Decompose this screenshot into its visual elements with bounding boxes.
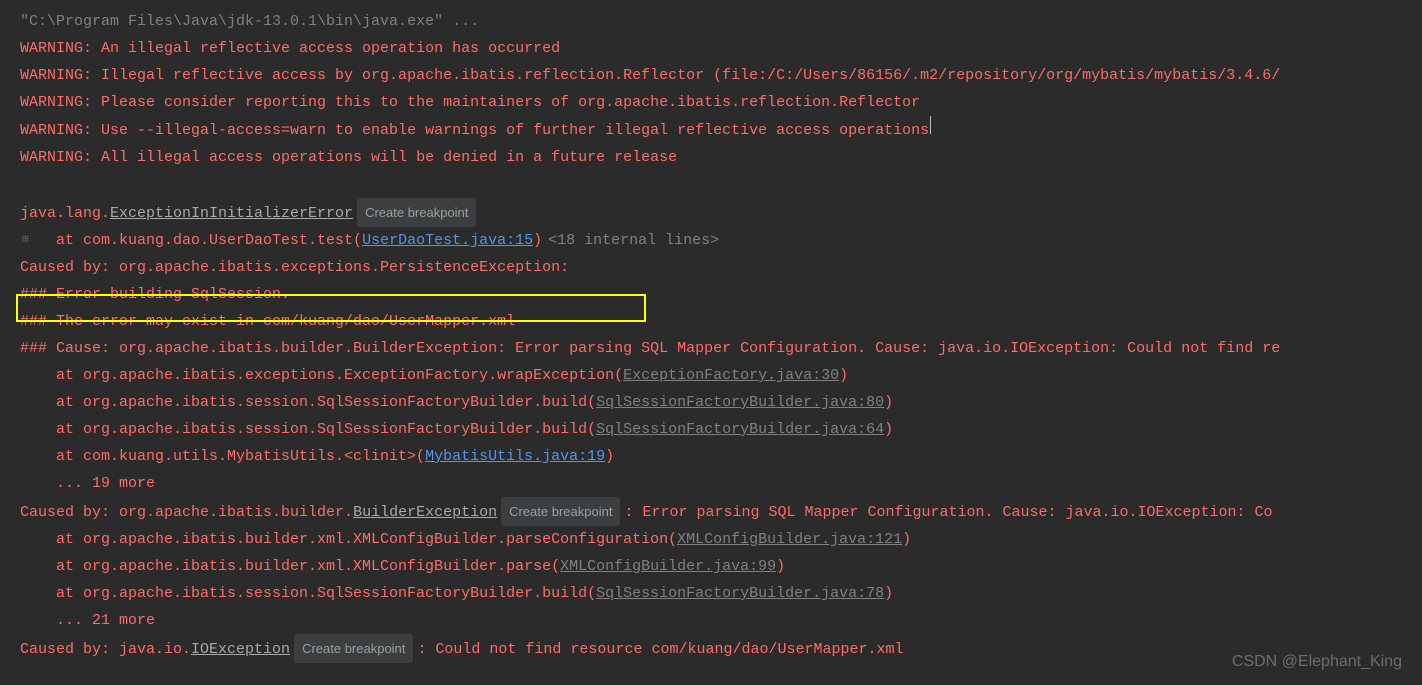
stack-link[interactable]: ExceptionFactory.java:30 (623, 362, 839, 389)
create-breakpoint-button[interactable]: Create breakpoint (501, 497, 620, 526)
stack-suffix: ) (884, 389, 893, 416)
stack-prefix: at com.kuang.dao.UserDaoTest.test( (56, 227, 362, 254)
watermark: CSDN @Elephant_King (1232, 648, 1402, 675)
more-line: ... 19 more (20, 470, 1422, 497)
stack-prefix: at org.apache.ibatis.builder.xml.XMLConf… (56, 553, 560, 580)
cause-line: ### Cause: org.apache.ibatis.builder.Bui… (20, 335, 1422, 362)
more-text: ... 19 more (56, 470, 155, 497)
exception-line: java.lang.ExceptionInInitializerError Cr… (20, 198, 1422, 227)
warning-line: WARNING: An illegal reflective access op… (20, 35, 1422, 62)
warning-text: WARNING: All illegal access operations w… (20, 144, 677, 171)
stack-suffix: ) (884, 416, 893, 443)
console-output[interactable]: "C:\Program Files\Java\jdk-13.0.1\bin\ja… (0, 0, 1422, 671)
stack-suffix: ) (533, 227, 542, 254)
stack-link[interactable]: MybatisUtils.java:19 (425, 443, 605, 470)
stack-link[interactable]: XMLConfigBuilder.java:121 (677, 526, 902, 553)
warning-line: WARNING: Use --illegal-access=warn to en… (20, 116, 1422, 144)
exception-link[interactable]: ExceptionInInitializerError (110, 200, 353, 227)
stack-line: at com.kuang.utils.MybatisUtils.<clinit>… (20, 443, 1422, 470)
stack-suffix: ) (902, 526, 911, 553)
stack-prefix: at com.kuang.utils.MybatisUtils.<clinit>… (56, 443, 425, 470)
caused-by-suffix: : Could not find resource com/kuang/dao/… (417, 636, 903, 663)
stack-line: at org.apache.ibatis.session.SqlSessionF… (20, 416, 1422, 443)
exception-prefix: java.lang. (20, 200, 110, 227)
highlight-box (16, 294, 646, 322)
stack-link[interactable]: XMLConfigBuilder.java:99 (560, 553, 776, 580)
stack-suffix: ) (776, 553, 785, 580)
stack-prefix: at org.apache.ibatis.session.SqlSessionF… (56, 389, 596, 416)
caused-by-suffix: : Error parsing SQL Mapper Configuration… (624, 499, 1272, 526)
caused-by-text: Caused by: org.apache.ibatis.exceptions.… (20, 254, 569, 281)
more-line: ... 21 more (20, 607, 1422, 634)
create-breakpoint-button[interactable]: Create breakpoint (294, 634, 413, 663)
stack-line: ⊞ at com.kuang.dao.UserDaoTest.test(User… (20, 227, 1422, 254)
more-text: ... 21 more (56, 607, 155, 634)
java-command: "C:\Program Files\Java\jdk-13.0.1\bin\ja… (20, 8, 479, 35)
stack-prefix: at org.apache.ibatis.session.SqlSessionF… (56, 580, 596, 607)
warning-text: WARNING: Use --illegal-access=warn to en… (20, 117, 929, 144)
stack-line: at org.apache.ibatis.exceptions.Exceptio… (20, 362, 1422, 389)
empty-line (20, 171, 1422, 198)
caused-by-line: Caused by: org.apache.ibatis.exceptions.… (20, 254, 1422, 281)
exception-link[interactable]: BuilderException (353, 499, 497, 526)
stack-prefix: at org.apache.ibatis.builder.xml.XMLConf… (56, 526, 677, 553)
stack-suffix: ) (605, 443, 614, 470)
caused-by-line: Caused by: java.io.IOException Create br… (20, 634, 1422, 663)
warning-line: WARNING: Illegal reflective access by or… (20, 62, 1422, 89)
output-line: "C:\Program Files\Java\jdk-13.0.1\bin\ja… (20, 8, 1422, 35)
caused-by-prefix: Caused by: java.io. (20, 636, 191, 663)
caused-by-prefix: Caused by: org.apache.ibatis.builder. (20, 499, 353, 526)
stack-link[interactable]: SqlSessionFactoryBuilder.java:78 (596, 580, 884, 607)
exception-link[interactable]: IOException (191, 636, 290, 663)
stack-line: at org.apache.ibatis.session.SqlSessionF… (20, 389, 1422, 416)
internal-lines[interactable]: <18 internal lines> (548, 227, 719, 254)
cause-text: ### Cause: org.apache.ibatis.builder.Bui… (20, 335, 1280, 362)
stack-link[interactable]: SqlSessionFactoryBuilder.java:80 (596, 389, 884, 416)
warning-text: WARNING: Please consider reporting this … (20, 89, 920, 116)
stack-line: at org.apache.ibatis.builder.xml.XMLConf… (20, 526, 1422, 553)
warning-line: WARNING: All illegal access operations w… (20, 144, 1422, 171)
warning-text: WARNING: An illegal reflective access op… (20, 35, 560, 62)
stack-link[interactable]: UserDaoTest.java:15 (362, 227, 533, 254)
create-breakpoint-button[interactable]: Create breakpoint (357, 198, 476, 227)
stack-line: at org.apache.ibatis.builder.xml.XMLConf… (20, 553, 1422, 580)
stack-line: at org.apache.ibatis.session.SqlSessionF… (20, 580, 1422, 607)
warning-line: WARNING: Please consider reporting this … (20, 89, 1422, 116)
warning-text: WARNING: Illegal reflective access by or… (20, 62, 1280, 89)
stack-suffix: ) (884, 580, 893, 607)
stack-suffix: ) (839, 362, 848, 389)
stack-prefix: at org.apache.ibatis.session.SqlSessionF… (56, 416, 596, 443)
caused-by-line: Caused by: org.apache.ibatis.builder.Bui… (20, 497, 1422, 526)
stack-prefix: at org.apache.ibatis.exceptions.Exceptio… (56, 362, 623, 389)
expand-icon[interactable]: ⊞ (22, 227, 29, 254)
stack-link[interactable]: SqlSessionFactoryBuilder.java:64 (596, 416, 884, 443)
text-cursor (930, 116, 931, 134)
